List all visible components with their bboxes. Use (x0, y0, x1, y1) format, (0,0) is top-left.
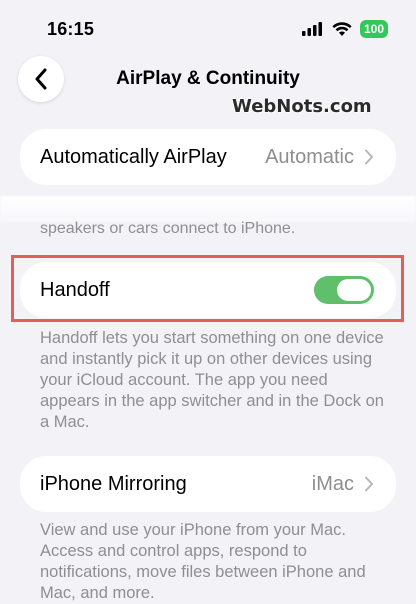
automatically-airplay-footer: speakers or cars connect to iPhone. (40, 220, 296, 237)
handoff-label: Handoff (40, 278, 110, 301)
handoff-row[interactable]: Handoff (20, 262, 396, 318)
automatically-airplay-row[interactable]: Automatically AirPlay Automatic (20, 129, 396, 185)
toggle-knob (337, 279, 371, 301)
iphone-mirroring-description: View and use your iPhone from your Mac. … (40, 521, 366, 602)
iphone-mirroring-label: iPhone Mirroring (40, 472, 187, 495)
iphone-mirroring-row[interactable]: iPhone Mirroring iMac (20, 456, 396, 512)
handoff-toggle[interactable] (314, 276, 374, 304)
page-title: AirPlay & Continuity (116, 68, 300, 89)
chevron-right-icon (365, 476, 373, 492)
automatically-airplay-label: Automatically AirPlay (40, 145, 227, 168)
handoff-description: Handoff lets you start something on one … (40, 329, 384, 431)
status-time: 16:15 (47, 19, 95, 39)
status-icons: 100 (301, 20, 388, 38)
wifi-icon (332, 21, 352, 36)
chevron-right-icon (365, 149, 373, 165)
iphone-mirroring-value-group: iMac (312, 473, 374, 496)
battery-indicator: 100 (359, 20, 388, 38)
automatically-airplay-value-group: Automatic (265, 146, 374, 169)
cellular-signal-icon (301, 22, 322, 36)
iphone-mirroring-value: iMac (311, 472, 354, 495)
automatically-airplay-value: Automatic (265, 145, 354, 168)
watermark: WebNots.com (232, 96, 372, 117)
